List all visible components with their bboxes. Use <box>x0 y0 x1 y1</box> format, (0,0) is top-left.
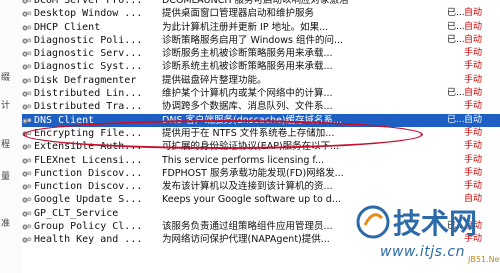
service-name: Group Policy Cl... <box>34 221 143 233</box>
service-name: Function Discov... <box>34 167 143 179</box>
service-description: 可扩展的身份验证协议(EAP)服务在以下... <box>162 141 340 153</box>
service-name: Distributed Lin... <box>34 88 143 100</box>
service-description: 维护某个计算机内或某个网络中的计算... <box>162 88 333 100</box>
gear-icon <box>22 157 32 164</box>
service-startup-type: 自动 <box>464 34 483 45</box>
service-startup-type: 自动 <box>464 88 483 99</box>
service-description: This service performs licensing f... <box>162 154 325 166</box>
service-startup-type: 手动 <box>464 127 483 138</box>
service-row[interactable]: Diagnostic Serv... 诊断服务主机被诊断策略服务用来承载... 手动 <box>22 47 500 60</box>
service-startup-type: 自动 <box>464 21 483 32</box>
service-startup-type: 手动 <box>464 74 483 85</box>
service-name: Diagnostic Serv... <box>34 48 143 60</box>
gear-icon <box>22 64 32 71</box>
left-pane-glyph: 量 <box>1 172 11 182</box>
service-description: 协调跨多个数据库、消息队列、文件系... <box>162 101 333 113</box>
service-name: Encrypting File... <box>34 127 143 139</box>
watermark-url: www.itjs.cn <box>380 244 465 260</box>
gear-icon <box>22 131 32 137</box>
service-startup-type: 手动 <box>464 61 483 72</box>
watermark-circle <box>356 205 390 239</box>
service-row[interactable]: Encrypting File... 提供用于在 NTFS 文件系统卷上存储加..… <box>22 127 500 140</box>
gear-icon <box>22 210 32 217</box>
service-description: 提供桌面窗口管理器启动和维护服务 <box>162 8 315 20</box>
service-description: 诊断服务主机被诊断策略服务用来承载... <box>162 48 333 60</box>
service-row[interactable]: Desktop Window ... 提供桌面窗口管理器启动和维护服务 已... 自动 <box>22 7 500 20</box>
service-name: Distributed Tra... <box>34 101 143 113</box>
gear-icon <box>22 184 32 190</box>
gear-icon <box>22 91 32 97</box>
gear-icon <box>22 0 32 4</box>
gear-icon <box>22 77 32 84</box>
watermark-logo: 技术网 <box>356 205 477 240</box>
service-row[interactable]: Disk Defragmenter 提供磁盘碎片整理功能。 手动 <box>22 74 500 87</box>
service-name: Diagnostic Poli... <box>34 34 143 46</box>
gear-icon <box>22 171 32 177</box>
gear-icon <box>22 144 32 150</box>
left-pane-glyph: 准 <box>1 219 11 229</box>
service-row[interactable]: DHCP Client 为此计算机注册并更新 IP 地址。如果... 已... 自动 <box>22 21 500 34</box>
service-name: Google Update S... <box>34 194 143 206</box>
service-description: 诊断策略服务启用了 Windows 组件的问... <box>162 34 344 46</box>
left-pane-glyph: 缀 <box>1 73 11 83</box>
service-row[interactable]: Function Discov... FDPHOST 服务承载功能发现(FD)网络… <box>22 167 500 180</box>
watermark-logo-text: 技术网 <box>393 207 477 240</box>
service-description: FDPHOST 服务承载功能发现(FD)网络发... <box>162 167 344 179</box>
service-name: GP_CLT_Service <box>34 207 119 219</box>
service-name: DCOM Server Pro... <box>34 0 143 6</box>
service-name: Desktop Window ... <box>34 8 143 20</box>
service-name: FLEXnet Licensi... <box>34 154 143 166</box>
service-description: DCOMLAUNCH 服务可启动以响应对象激活 <box>162 0 349 6</box>
watermark-swirl <box>363 213 384 226</box>
service-name: Extensible Auth... <box>34 141 143 153</box>
service-description: 发布该计算机以及连接到该计算机的资... <box>162 181 333 193</box>
service-name: Disk Defragmenter <box>34 74 137 86</box>
service-name: Health Key and ... <box>34 234 143 246</box>
gear-icon <box>22 104 32 110</box>
service-startup-type: 自动 <box>464 114 483 125</box>
gear-icon <box>22 117 32 124</box>
service-description: DNS 客户端服务(dnscache)缓存域名系... <box>162 114 343 126</box>
service-startup-type: 手动 <box>464 154 483 165</box>
gear-icon <box>22 38 32 44</box>
left-pane-glyph: 程 <box>1 140 11 150</box>
gear-icon <box>22 24 32 31</box>
service-row[interactable]: DNS Client DNS 客户端服务(dnscache)缓存域名系... 已..… <box>22 113 500 127</box>
service-description: 诊断系统主机被诊断策略服务用来承载... <box>162 61 333 73</box>
service-name: DHCP Client <box>34 21 101 33</box>
gear-icon <box>22 224 32 230</box>
service-startup-type: 手动 <box>464 167 483 178</box>
service-description: 提供用于在 NTFS 文件系统卷上存储加... <box>162 127 335 139</box>
service-row[interactable]: Extensible Auth... 可扩展的身份验证协议(EAP)服务在以下..… <box>22 140 500 153</box>
service-startup-type: 手动 <box>464 101 483 112</box>
service-row[interactable]: Diagnostic Poli... 诊断策略服务启用了 Windows 组件的问… <box>22 34 500 47</box>
service-description: 提供磁盘碎片整理功能。 <box>162 74 267 86</box>
service-name: Diagnostic Syst... <box>34 61 143 73</box>
service-row[interactable]: FLEXnet Licensi... This service performs … <box>22 154 500 167</box>
service-row[interactable]: Distributed Tra... 协调跨多个数据库、消息队列、文件系... 手动 <box>22 100 500 113</box>
left-pane-glyph: 计 <box>1 101 11 111</box>
gear-icon <box>22 11 32 17</box>
gear-icon <box>22 51 32 57</box>
service-startup-type: 手动 <box>464 181 483 192</box>
service-startup-type: 自动 <box>464 8 483 19</box>
left-pane: 缀计程量准 <box>0 0 22 273</box>
watermark-small-text: JB51.Net <box>468 255 500 264</box>
service-row[interactable]: Diagnostic Syst... 诊断系统主机被诊断策略服务用来承载... 手动 <box>22 60 500 73</box>
gear-icon <box>22 237 32 243</box>
service-row[interactable]: Function Discov... 发布该计算机以及连接到该计算机的资... 手动 <box>22 180 500 193</box>
service-name: Function Discov... <box>34 181 143 193</box>
service-description: 为此计算机注册并更新 IP 地址。如果... <box>162 21 329 33</box>
service-row[interactable]: DCOM Server Pro... DCOMLAUNCH 服务可启动以响应对象激… <box>22 0 500 7</box>
service-row[interactable]: Distributed Lin... 维护某个计算机内或某个网络中的计算... 已.… <box>22 87 500 100</box>
service-startup-type: 手动 <box>464 48 483 59</box>
service-name: DNS Client <box>34 114 95 126</box>
gear-icon <box>22 197 32 204</box>
service-startup-type: 手动 <box>464 141 483 152</box>
